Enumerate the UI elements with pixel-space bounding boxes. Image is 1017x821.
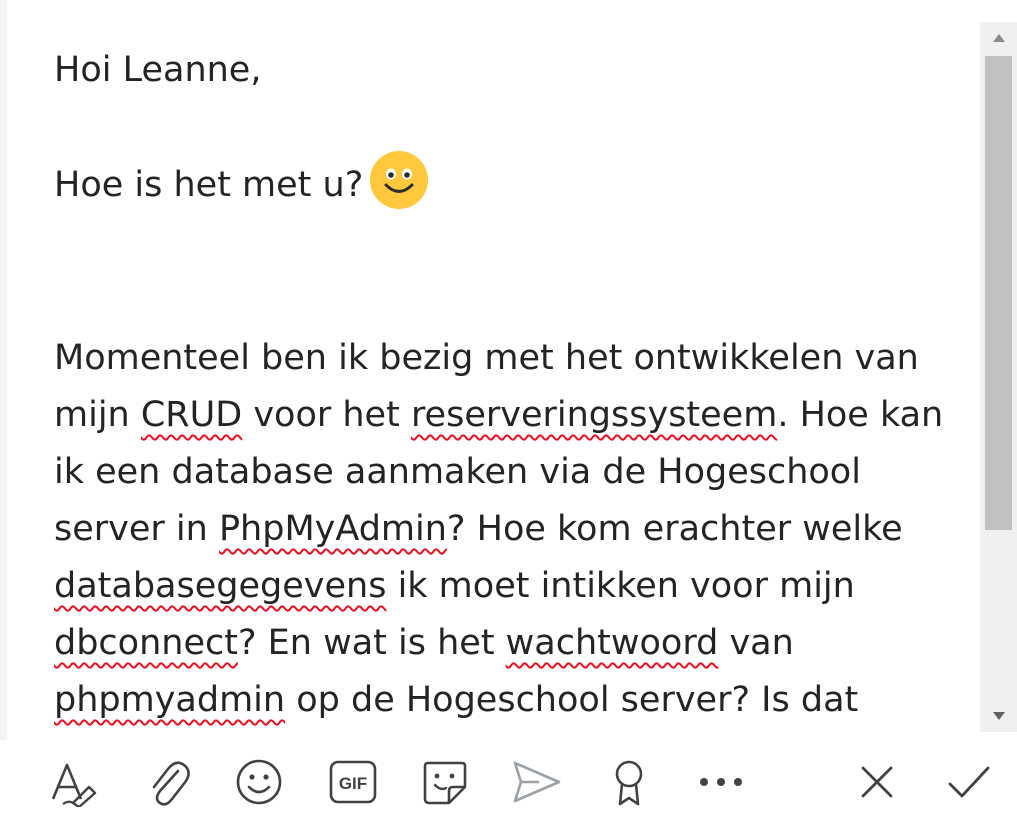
cancel-button[interactable] xyxy=(849,754,905,810)
text-segment: server in xyxy=(54,509,219,549)
praise-icon xyxy=(615,760,643,806)
text-segment: ? En wat is het xyxy=(237,623,506,663)
send-now-button[interactable] xyxy=(508,754,564,810)
text-segment: . Hoe kan xyxy=(777,395,944,435)
more-options-icon xyxy=(700,778,742,786)
misspelled-word[interactable]: CRUD xyxy=(141,395,242,435)
text-segment: mijn xyxy=(54,395,141,435)
message-line: dbconnect? En wat is het wachtwoord van xyxy=(54,615,974,672)
attach-icon xyxy=(152,761,190,806)
message-line: ik een database aanmaken via de Hogescho… xyxy=(54,444,974,501)
sticker-icon xyxy=(423,761,467,805)
format-button[interactable] xyxy=(47,754,103,810)
gif-icon: GIF xyxy=(329,760,377,804)
misspelled-word[interactable]: phpmyadmin xyxy=(54,680,285,720)
gif-button[interactable]: GIF xyxy=(325,754,381,810)
emoji-button[interactable] xyxy=(231,754,287,810)
text-segment: ik moet intikken voor mijn xyxy=(386,566,855,606)
text-segment: ik een database aanmaken via de Hogescho… xyxy=(54,452,861,492)
greeting-line: Hoi Leanne, xyxy=(54,50,262,90)
message-line: Momenteel ben ik bezig met het ontwikkel… xyxy=(54,330,974,387)
message-line: mijn CRUD voor het reserveringssysteem. … xyxy=(54,387,974,444)
misspelled-word[interactable]: reserveringssysteem xyxy=(411,395,777,435)
message-editor[interactable]: Hoi Leanne, Hoe is het met u? Momenteel … xyxy=(54,42,974,732)
more-options-button[interactable] xyxy=(693,754,749,810)
text-segment: voor het xyxy=(242,395,411,435)
cancel-icon xyxy=(861,766,893,798)
attach-button[interactable] xyxy=(141,754,197,810)
scroll-up-arrow-icon[interactable] xyxy=(980,22,1017,54)
format-text-icon xyxy=(51,763,97,807)
text-segment: van xyxy=(718,623,794,663)
sticker-button[interactable] xyxy=(417,754,473,810)
message-line: phpmyadmin op de Hogeschool server? Is d… xyxy=(54,672,974,729)
misspelled-word[interactable]: wachtwoord xyxy=(506,623,719,663)
compose-toolbar: GIF xyxy=(0,740,1017,821)
misspelled-word[interactable]: dbconnect xyxy=(54,623,238,663)
message-line: server in PhpMyAdmin? Hoe kom erachter w… xyxy=(54,501,974,558)
text-segment: Momenteel ben ik bezig met het ontwikkel… xyxy=(54,338,919,378)
smiley-emoji-icon xyxy=(370,151,429,209)
vertical-scrollbar[interactable] xyxy=(980,22,1017,732)
blank-lines xyxy=(54,216,974,330)
scroll-down-arrow-icon[interactable] xyxy=(980,700,1017,732)
scrollbar-thumb[interactable] xyxy=(985,56,1012,530)
text-segment: ? Hoe kom erachter welke xyxy=(446,509,903,549)
question-line: Hoe is het met u? xyxy=(54,151,974,216)
question-text: Hoe is het met u? xyxy=(54,165,364,205)
praise-button[interactable] xyxy=(601,754,657,810)
message-line: databasegegevens ik moet intikken voor m… xyxy=(54,558,974,615)
done-button[interactable] xyxy=(941,754,997,810)
window-edge xyxy=(0,0,7,821)
compose-window: Hoi Leanne, Hoe is het met u? Momenteel … xyxy=(0,0,1017,821)
text-segment: op de Hogeschool server? Is dat xyxy=(285,680,859,720)
done-icon xyxy=(948,766,990,798)
misspelled-word[interactable]: PhpMyAdmin xyxy=(219,509,447,549)
misspelled-word[interactable]: databasegegevens xyxy=(54,566,386,606)
send-now-icon xyxy=(513,761,561,803)
message-body: Momenteel ben ik bezig met het ontwikkel… xyxy=(54,330,974,729)
svg-text:GIF: GIF xyxy=(339,774,367,793)
emoji-icon xyxy=(236,759,282,805)
